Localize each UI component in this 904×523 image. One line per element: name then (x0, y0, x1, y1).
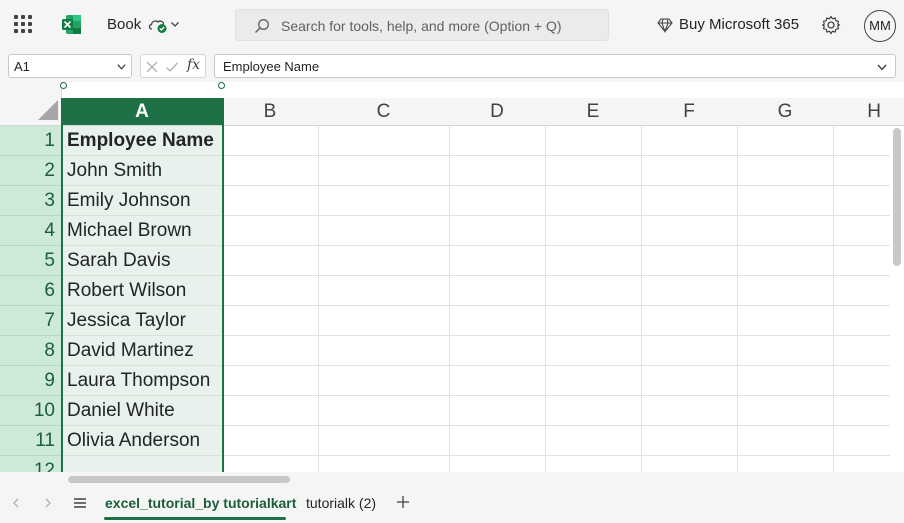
cell-a12[interactable] (62, 456, 222, 472)
cancel-icon[interactable] (145, 60, 159, 74)
chevron-left-icon[interactable] (10, 497, 22, 509)
selection-handle-top[interactable] (60, 82, 67, 89)
row-header-12[interactable]: 12 (0, 456, 62, 472)
row-header-10[interactable]: 10 (0, 396, 62, 426)
gridline (318, 126, 319, 472)
row-header-2[interactable]: 2 (0, 156, 62, 186)
row-header-11[interactable]: 11 (0, 426, 62, 456)
formula-value: Employee Name (223, 59, 320, 74)
gridline (222, 215, 890, 216)
row-header-3[interactable]: 3 (0, 186, 62, 216)
gridline (222, 425, 890, 426)
column-header-d[interactable]: D (449, 98, 546, 126)
avatar[interactable]: MM (864, 10, 896, 42)
gridline (641, 126, 642, 472)
tab-tutorialk-2[interactable]: tutorialk (2) (306, 495, 376, 511)
cell-a3[interactable]: Emily Johnson (62, 186, 222, 216)
gridline (222, 335, 890, 336)
cell-a2[interactable]: John Smith (62, 156, 222, 186)
expand-formula-icon[interactable] (876, 61, 888, 73)
workbook-title[interactable]: Book (107, 16, 141, 33)
column-header-f[interactable]: F (641, 98, 738, 126)
row-header-4[interactable]: 4 (0, 216, 62, 246)
check-icon[interactable] (165, 60, 179, 74)
column-header-c[interactable]: C (318, 98, 450, 126)
gridline (222, 245, 890, 246)
excel-app: Book Search for tools, help, and more (O… (0, 0, 904, 523)
gridline (545, 126, 546, 472)
gridline (222, 305, 890, 306)
name-box-value: A1 (14, 59, 30, 74)
gridline (449, 126, 450, 472)
row-header-6[interactable]: 6 (0, 276, 62, 306)
chevron-down-icon[interactable] (116, 61, 127, 72)
cell-a1[interactable]: Employee Name (62, 126, 222, 156)
title-bar: Book Search for tools, help, and more (O… (0, 0, 904, 50)
insert-function-button[interactable]: fx (187, 57, 200, 73)
cell-a7[interactable]: Jessica Taylor (62, 306, 222, 336)
app-launcher-icon[interactable] (14, 15, 32, 33)
column-header-b[interactable]: B (222, 98, 319, 126)
column-header-g[interactable]: G (737, 98, 834, 126)
column-header-e[interactable]: E (545, 98, 642, 126)
chevron-down-icon[interactable] (169, 18, 181, 30)
gridline (222, 185, 890, 186)
gridline (222, 155, 890, 156)
row-header-8[interactable]: 8 (0, 336, 62, 366)
formula-actions: fx (140, 54, 206, 78)
all-sheets-menu-icon[interactable] (73, 497, 87, 509)
chevron-right-icon[interactable] (42, 497, 54, 509)
gridline (222, 455, 890, 456)
excel-logo-icon[interactable] (61, 14, 82, 35)
worksheet-grid[interactable]: A B C D E F G H 1 Employee Name 2 John S… (0, 82, 904, 472)
column-header-h[interactable]: H (833, 98, 904, 126)
horizontal-scroll-thumb[interactable] (68, 476, 290, 483)
row-header-9[interactable]: 9 (0, 366, 62, 396)
formula-bar: A1 fx Employee Name (0, 50, 904, 82)
gridline (222, 395, 890, 396)
cell-a8[interactable]: David Martinez (62, 336, 222, 366)
cell-a9[interactable]: Laura Thompson (62, 366, 222, 396)
cell-a11[interactable]: Olivia Anderson (62, 426, 222, 456)
tab-excel-tutorial[interactable]: excel_tutorial_by tutorialkart (105, 495, 296, 511)
row-header-7[interactable]: 7 (0, 306, 62, 336)
row-header-5[interactable]: 5 (0, 246, 62, 276)
search-placeholder: Search for tools, help, and more (Option… (281, 18, 562, 34)
select-all-corner[interactable] (0, 82, 62, 126)
add-sheet-icon[interactable] (396, 495, 410, 509)
selection-handle-top-right[interactable] (218, 82, 225, 89)
gridline (833, 126, 834, 472)
search-icon (255, 19, 269, 33)
gridline (737, 126, 738, 472)
cell-a10[interactable]: Daniel White (62, 396, 222, 426)
buy-microsoft-365-link[interactable]: Buy Microsoft 365 (679, 16, 799, 33)
diamond-icon (657, 18, 673, 33)
sheet-tab-bar: excel_tutorial_by tutorialkart tutorialk… (0, 486, 904, 523)
cell-a4[interactable]: Michael Brown (62, 216, 222, 246)
vertical-scroll-thumb[interactable] (893, 128, 901, 266)
cloud-saved-icon[interactable] (147, 16, 169, 34)
gridline (222, 275, 890, 276)
cell-a6[interactable]: Robert Wilson (62, 276, 222, 306)
name-box[interactable]: A1 (8, 54, 132, 78)
formula-input[interactable]: Employee Name (214, 54, 896, 78)
row-header-1[interactable]: 1 (0, 126, 62, 156)
search-box[interactable]: Search for tools, help, and more (Option… (235, 9, 609, 41)
cell-a5[interactable]: Sarah Davis (62, 246, 222, 276)
column-header-a[interactable]: A (62, 98, 223, 126)
active-tab-indicator (104, 517, 286, 520)
horizontal-scrollbar[interactable] (0, 472, 904, 486)
gear-icon[interactable] (821, 15, 841, 35)
gridline (222, 365, 890, 366)
select-all-triangle-icon (38, 100, 58, 120)
